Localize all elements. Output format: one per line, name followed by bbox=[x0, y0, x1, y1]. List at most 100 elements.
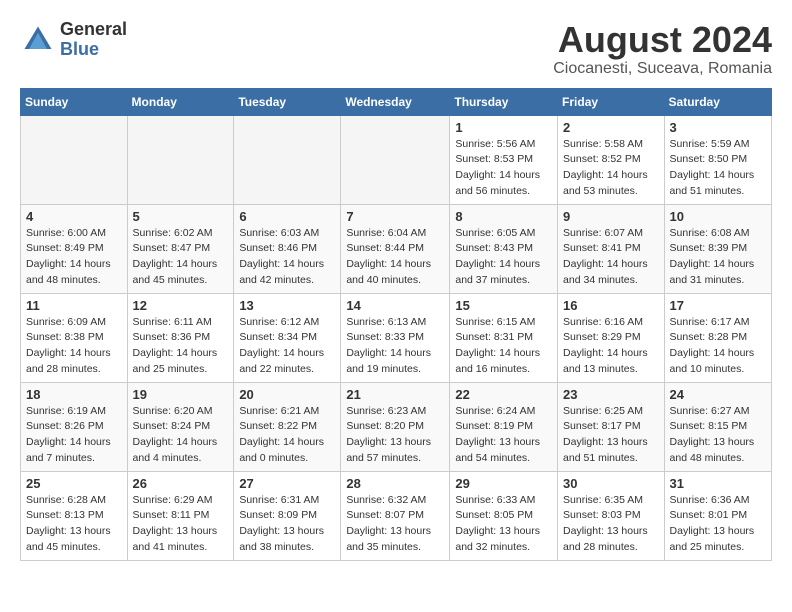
day-detail: Sunrise: 6:25 AMSunset: 8:17 PMDaylight:… bbox=[563, 404, 659, 467]
day-number: 22 bbox=[455, 387, 552, 402]
calendar-week-row: 1 Sunrise: 5:56 AMSunset: 8:53 PMDaylight… bbox=[21, 115, 772, 204]
day-detail: Sunrise: 5:59 AMSunset: 8:50 PMDaylight:… bbox=[670, 137, 766, 200]
logo: General Blue bbox=[20, 20, 127, 60]
calendar-week-row: 4 Sunrise: 6:00 AMSunset: 8:49 PMDaylight… bbox=[21, 204, 772, 293]
calendar-cell: 25 Sunrise: 6:28 AMSunset: 8:13 PMDayligh… bbox=[21, 471, 128, 560]
day-detail: Sunrise: 6:17 AMSunset: 8:28 PMDaylight:… bbox=[670, 315, 766, 378]
location: Ciocanesti, Suceava, Romania bbox=[553, 60, 772, 78]
day-number: 21 bbox=[346, 387, 444, 402]
logo-text: General Blue bbox=[60, 20, 127, 60]
day-number: 6 bbox=[239, 209, 335, 224]
day-number: 15 bbox=[455, 298, 552, 313]
day-detail: Sunrise: 6:04 AMSunset: 8:44 PMDaylight:… bbox=[346, 226, 444, 289]
calendar-cell: 3 Sunrise: 5:59 AMSunset: 8:50 PMDaylight… bbox=[664, 115, 771, 204]
day-detail: Sunrise: 6:12 AMSunset: 8:34 PMDaylight:… bbox=[239, 315, 335, 378]
day-header-friday: Friday bbox=[558, 88, 665, 115]
calendar-cell bbox=[341, 115, 450, 204]
calendar-cell: 31Sunrise: 6:36 AMSunset: 8:01 PMDayligh… bbox=[664, 471, 771, 560]
calendar-table: SundayMondayTuesdayWednesdayThursdayFrid… bbox=[20, 88, 772, 561]
day-detail: Sunrise: 6:13 AMSunset: 8:33 PMDaylight:… bbox=[346, 315, 444, 378]
calendar-cell: 12 Sunrise: 6:11 AMSunset: 8:36 PMDayligh… bbox=[127, 293, 234, 382]
day-number: 23 bbox=[563, 387, 659, 402]
calendar-cell: 17 Sunrise: 6:17 AMSunset: 8:28 PMDayligh… bbox=[664, 293, 771, 382]
calendar-cell: 4 Sunrise: 6:00 AMSunset: 8:49 PMDaylight… bbox=[21, 204, 128, 293]
calendar-cell: 20 Sunrise: 6:21 AMSunset: 8:22 PMDayligh… bbox=[234, 382, 341, 471]
calendar-week-row: 25 Sunrise: 6:28 AMSunset: 8:13 PMDayligh… bbox=[21, 471, 772, 560]
day-number: 26 bbox=[133, 476, 229, 491]
calendar-cell: 19 Sunrise: 6:20 AMSunset: 8:24 PMDayligh… bbox=[127, 382, 234, 471]
day-number: 3 bbox=[670, 120, 766, 135]
day-detail: Sunrise: 6:23 AMSunset: 8:20 PMDaylight:… bbox=[346, 404, 444, 467]
calendar-cell: 22 Sunrise: 6:24 AMSunset: 8:19 PMDayligh… bbox=[450, 382, 558, 471]
day-number: 1 bbox=[455, 120, 552, 135]
day-number: 31 bbox=[670, 476, 766, 491]
day-detail: Sunrise: 6:29 AMSunset: 8:11 PMDaylight:… bbox=[133, 493, 229, 556]
calendar-cell: 9 Sunrise: 6:07 AMSunset: 8:41 PMDaylight… bbox=[558, 204, 665, 293]
day-number: 27 bbox=[239, 476, 335, 491]
day-number: 4 bbox=[26, 209, 122, 224]
day-number: 19 bbox=[133, 387, 229, 402]
day-detail: Sunrise: 6:20 AMSunset: 8:24 PMDaylight:… bbox=[133, 404, 229, 467]
day-detail: Sunrise: 6:15 AMSunset: 8:31 PMDaylight:… bbox=[455, 315, 552, 378]
calendar-header-row: SundayMondayTuesdayWednesdayThursdayFrid… bbox=[21, 88, 772, 115]
day-number: 7 bbox=[346, 209, 444, 224]
day-header-saturday: Saturday bbox=[664, 88, 771, 115]
calendar-cell: 29Sunrise: 6:33 AMSunset: 8:05 PMDayligh… bbox=[450, 471, 558, 560]
day-number: 25 bbox=[26, 476, 122, 491]
month-title: August 2024 bbox=[553, 20, 772, 60]
day-detail: Sunrise: 6:16 AMSunset: 8:29 PMDaylight:… bbox=[563, 315, 659, 378]
day-detail: Sunrise: 6:28 AMSunset: 8:13 PMDaylight:… bbox=[26, 493, 122, 556]
calendar-cell: 11Sunrise: 6:09 AMSunset: 8:38 PMDayligh… bbox=[21, 293, 128, 382]
day-number: 16 bbox=[563, 298, 659, 313]
day-number: 30 bbox=[563, 476, 659, 491]
calendar-cell: 27 Sunrise: 6:31 AMSunset: 8:09 PMDayligh… bbox=[234, 471, 341, 560]
day-detail: Sunrise: 6:05 AMSunset: 8:43 PMDaylight:… bbox=[455, 226, 552, 289]
calendar-cell: 24 Sunrise: 6:27 AMSunset: 8:15 PMDayligh… bbox=[664, 382, 771, 471]
calendar-cell: 28Sunrise: 6:32 AMSunset: 8:07 PMDayligh… bbox=[341, 471, 450, 560]
day-header-wednesday: Wednesday bbox=[341, 88, 450, 115]
day-detail: Sunrise: 6:19 AMSunset: 8:26 PMDaylight:… bbox=[26, 404, 122, 467]
day-number: 2 bbox=[563, 120, 659, 135]
day-detail: Sunrise: 6:27 AMSunset: 8:15 PMDaylight:… bbox=[670, 404, 766, 467]
day-detail: Sunrise: 6:07 AMSunset: 8:41 PMDaylight:… bbox=[563, 226, 659, 289]
day-number: 9 bbox=[563, 209, 659, 224]
day-detail: Sunrise: 6:21 AMSunset: 8:22 PMDaylight:… bbox=[239, 404, 335, 467]
calendar-cell: 14Sunrise: 6:13 AMSunset: 8:33 PMDayligh… bbox=[341, 293, 450, 382]
calendar-cell: 8 Sunrise: 6:05 AMSunset: 8:43 PMDaylight… bbox=[450, 204, 558, 293]
day-number: 18 bbox=[26, 387, 122, 402]
calendar-cell: 18 Sunrise: 6:19 AMSunset: 8:26 PMDayligh… bbox=[21, 382, 128, 471]
calendar-week-row: 18 Sunrise: 6:19 AMSunset: 8:26 PMDayligh… bbox=[21, 382, 772, 471]
day-header-thursday: Thursday bbox=[450, 88, 558, 115]
day-detail: Sunrise: 6:32 AMSunset: 8:07 PMDaylight:… bbox=[346, 493, 444, 556]
day-number: 24 bbox=[670, 387, 766, 402]
day-detail: Sunrise: 6:24 AMSunset: 8:19 PMDaylight:… bbox=[455, 404, 552, 467]
day-header-tuesday: Tuesday bbox=[234, 88, 341, 115]
day-detail: Sunrise: 6:03 AMSunset: 8:46 PMDaylight:… bbox=[239, 226, 335, 289]
day-detail: Sunrise: 6:00 AMSunset: 8:49 PMDaylight:… bbox=[26, 226, 122, 289]
day-detail: Sunrise: 5:56 AMSunset: 8:53 PMDaylight:… bbox=[455, 137, 552, 200]
day-number: 5 bbox=[133, 209, 229, 224]
calendar-cell: 23 Sunrise: 6:25 AMSunset: 8:17 PMDayligh… bbox=[558, 382, 665, 471]
day-detail: Sunrise: 6:08 AMSunset: 8:39 PMDaylight:… bbox=[670, 226, 766, 289]
calendar-cell: 1 Sunrise: 5:56 AMSunset: 8:53 PMDaylight… bbox=[450, 115, 558, 204]
calendar-cell: 16 Sunrise: 6:16 AMSunset: 8:29 PMDayligh… bbox=[558, 293, 665, 382]
title-area: August 2024 Ciocanesti, Suceava, Romania bbox=[553, 20, 772, 78]
day-detail: Sunrise: 6:09 AMSunset: 8:38 PMDaylight:… bbox=[26, 315, 122, 378]
calendar-cell: 13Sunrise: 6:12 AMSunset: 8:34 PMDayligh… bbox=[234, 293, 341, 382]
calendar-cell: 26 Sunrise: 6:29 AMSunset: 8:11 PMDayligh… bbox=[127, 471, 234, 560]
day-number: 10 bbox=[670, 209, 766, 224]
day-detail: Sunrise: 6:31 AMSunset: 8:09 PMDaylight:… bbox=[239, 493, 335, 556]
day-number: 8 bbox=[455, 209, 552, 224]
day-detail: Sunrise: 6:11 AMSunset: 8:36 PMDaylight:… bbox=[133, 315, 229, 378]
calendar-cell: 6 Sunrise: 6:03 AMSunset: 8:46 PMDaylight… bbox=[234, 204, 341, 293]
calendar-cell bbox=[234, 115, 341, 204]
calendar-cell: 21 Sunrise: 6:23 AMSunset: 8:20 PMDayligh… bbox=[341, 382, 450, 471]
calendar-cell bbox=[21, 115, 128, 204]
calendar-cell: 5Sunrise: 6:02 AMSunset: 8:47 PMDaylight… bbox=[127, 204, 234, 293]
calendar-cell bbox=[127, 115, 234, 204]
day-number: 12 bbox=[133, 298, 229, 313]
day-number: 17 bbox=[670, 298, 766, 313]
calendar-cell: 2Sunrise: 5:58 AMSunset: 8:52 PMDaylight… bbox=[558, 115, 665, 204]
day-number: 20 bbox=[239, 387, 335, 402]
logo-general: General bbox=[60, 20, 127, 40]
